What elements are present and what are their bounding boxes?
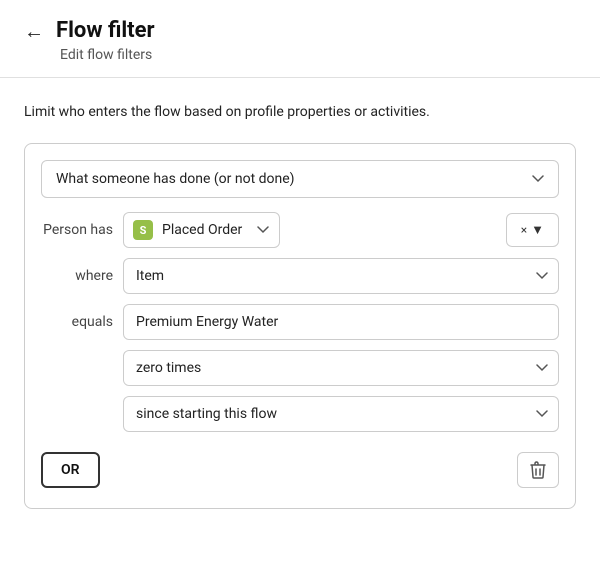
since-select-container: since starting this flow bbox=[123, 396, 559, 432]
equals-row: equals bbox=[41, 304, 559, 340]
activity-type-select[interactable]: What someone has done (or not done) bbox=[41, 160, 559, 198]
equals-input[interactable] bbox=[123, 304, 559, 340]
page-title: Flow filter bbox=[56, 18, 155, 43]
x-mark-icon: × bbox=[521, 223, 527, 237]
times-select[interactable]: zero times bbox=[123, 350, 559, 386]
where-select[interactable]: Item bbox=[123, 258, 559, 294]
or-button[interactable]: OR bbox=[41, 452, 100, 488]
equals-label: equals bbox=[41, 314, 113, 330]
shopify-icon: S bbox=[133, 220, 153, 240]
delete-button[interactable] bbox=[517, 452, 559, 488]
placed-order-wrapper: S Placed Order bbox=[123, 212, 496, 248]
times-select-container: zero times bbox=[123, 350, 559, 386]
where-select-container: Item bbox=[123, 258, 559, 294]
person-has-label: Person has bbox=[41, 222, 113, 238]
where-row: where Item bbox=[41, 258, 559, 294]
times-row: zero times bbox=[41, 350, 559, 386]
where-label: where bbox=[41, 268, 113, 284]
main-content: Limit who enters the flow based on profi… bbox=[0, 78, 600, 529]
since-row: since starting this flow bbox=[41, 396, 559, 432]
description-text: Limit who enters the flow based on profi… bbox=[24, 102, 576, 123]
funnel-icon: ▼ bbox=[531, 222, 544, 238]
filter-card: What someone has done (or not done) Pers… bbox=[24, 143, 576, 509]
filter-clear-button[interactable]: × ▼ bbox=[506, 213, 559, 247]
trash-icon bbox=[530, 461, 546, 479]
person-has-row: Person has S Placed Order × ▼ bbox=[41, 212, 559, 248]
back-button[interactable]: ← bbox=[24, 21, 44, 41]
header: ← Flow filter Edit flow filters bbox=[0, 0, 600, 78]
bottom-row: OR bbox=[41, 452, 559, 488]
since-select[interactable]: since starting this flow bbox=[123, 396, 559, 432]
page-subtitle: Edit flow filters bbox=[60, 47, 576, 63]
